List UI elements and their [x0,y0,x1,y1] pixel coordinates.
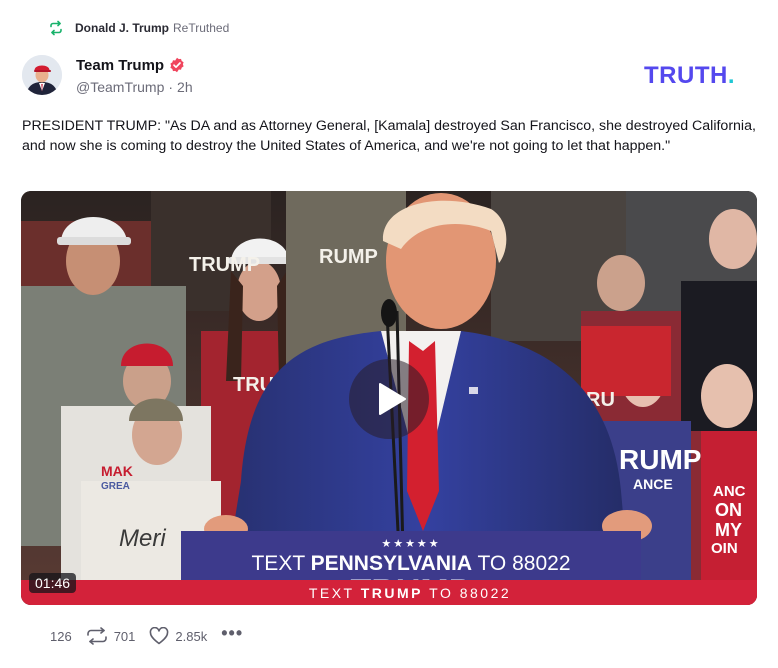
play-button[interactable] [349,359,429,439]
author-name-row: Team Trump [76,55,185,75]
retruth-icon [48,20,64,36]
crowd-sign-text: OIN [711,540,738,557]
reply-button[interactable]: 126 [50,629,72,644]
video-player[interactable]: TRUMP RUMP TRUMP RUMP ANCE RU ANC ON MY … [21,191,757,605]
retruth-label: ReTruthed [173,21,230,35]
more-options-button[interactable]: ••• [221,624,243,642]
retruth-action-icon [86,627,107,645]
truth-logo[interactable]: TRUTH. [644,62,735,90]
verified-badge-icon [169,57,185,73]
crowd-sign-text: Meri [119,525,166,552]
truth-logo-dot: . [727,62,735,89]
author-name[interactable]: Team Trump [76,57,164,74]
video-duration: 01:46 [29,573,77,593]
podium-stars: ★★★★★ [381,538,440,550]
crowd-sign-text: ANCE [633,476,673,492]
retruth-count: 701 [113,628,136,644]
podium-sign-line1: TEXT PENNSYLVANIA TO 88022 [251,552,570,575]
retruth-button[interactable]: 701 [86,627,136,645]
post-timestamp[interactable]: 2h [177,79,193,95]
post-actions: 126 701 2.85k ••• [50,624,243,648]
meta-separator: · [168,79,174,95]
crowd-sign-text: MY [715,520,742,540]
crowd-sign-text: MAK [101,463,133,479]
retruth-user-link[interactable]: Donald J. Trump [75,21,169,35]
crowd-sign-text: RUMP [619,444,701,475]
crowd-sign-text: ON [715,500,742,520]
crowd-sign-text: GREA [101,481,130,492]
reply-count: 126 [50,628,72,644]
like-count: 2.85k [175,628,208,644]
avatar[interactable] [22,55,62,95]
crowd-sign-text: ANC [713,483,746,500]
truth-logo-wordmark: TRUTH [644,62,728,89]
author-meta: @TeamTrump · 2h [76,79,193,95]
play-icon [377,382,407,416]
retruth-header: Donald J. Trump ReTruthed [48,19,229,37]
crowd-sign-text: TRUMP [189,254,260,276]
like-button[interactable]: 2.85k [149,627,207,645]
banner-text: TEXT TRUMP TO 88022 [309,585,511,601]
author-handle[interactable]: @TeamTrump [76,79,164,95]
heart-icon [150,627,169,645]
crowd-sign-text: RUMP [319,246,378,268]
post-body-text: PRESIDENT TRUMP: "As DA and as Attorney … [22,118,756,154]
